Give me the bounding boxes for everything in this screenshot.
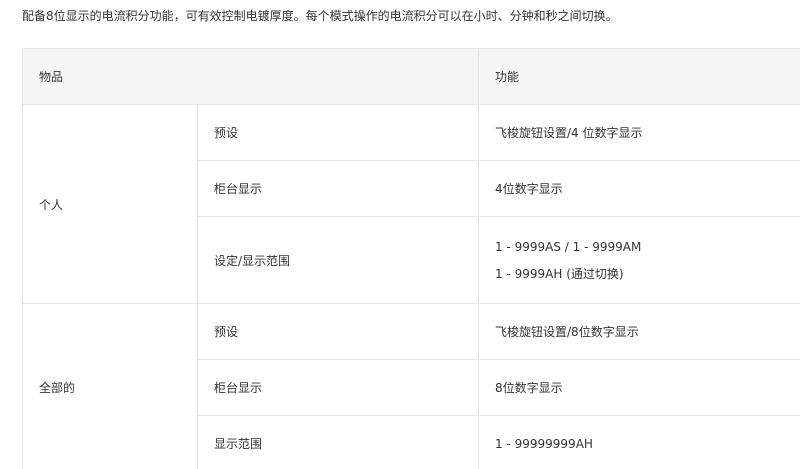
header-function: 功能 (478, 48, 800, 105)
group-label-individual: 个人 (22, 104, 198, 304)
table-header-row: 物品 功能 (21, 48, 800, 105)
function-line: 1 - 9999AH (通过切换) (495, 266, 624, 281)
row-function: 8位数字显示 (478, 359, 800, 416)
row-item: 设定/显示范围 (196, 216, 480, 304)
function-line: 1 - 9999AS / 1 - 9999AM (495, 239, 642, 254)
table-row: 个人 预设 飞梭旋钮设置/4 位数字显示 (22, 104, 800, 304)
spec-table: 物品 功能 个人 预设 飞梭旋钮设置/4 位数字显示 柜台显示 4位数字显示 设… (21, 48, 800, 469)
table-row: 全部的 预设 飞梭旋钮设置/8位数字显示 (22, 303, 800, 469)
group-label-total: 全部的 (22, 303, 198, 469)
row-item: 预设 (196, 303, 480, 360)
row-function: 飞梭旋钮设置/4 位数字显示 (478, 104, 800, 161)
row-item: 柜台显示 (196, 160, 480, 217)
header-item: 物品 (21, 48, 480, 105)
intro-paragraph: 配备8位显示的电流积分功能，可有效控制电镀厚度。每个模式操作的电流积分可以在小时… (22, 9, 618, 23)
row-function: 1 - 9999AS / 1 - 9999AM 1 - 9999AH (通过切换… (478, 216, 800, 304)
row-item: 柜台显示 (196, 359, 480, 416)
row-function: 飞梭旋钮设置/8位数字显示 (478, 303, 800, 360)
row-item: 显示范围 (196, 415, 480, 469)
row-function: 4位数字显示 (478, 160, 800, 217)
row-item: 预设 (196, 104, 480, 161)
row-function: 1 - 99999999AH (478, 415, 800, 469)
